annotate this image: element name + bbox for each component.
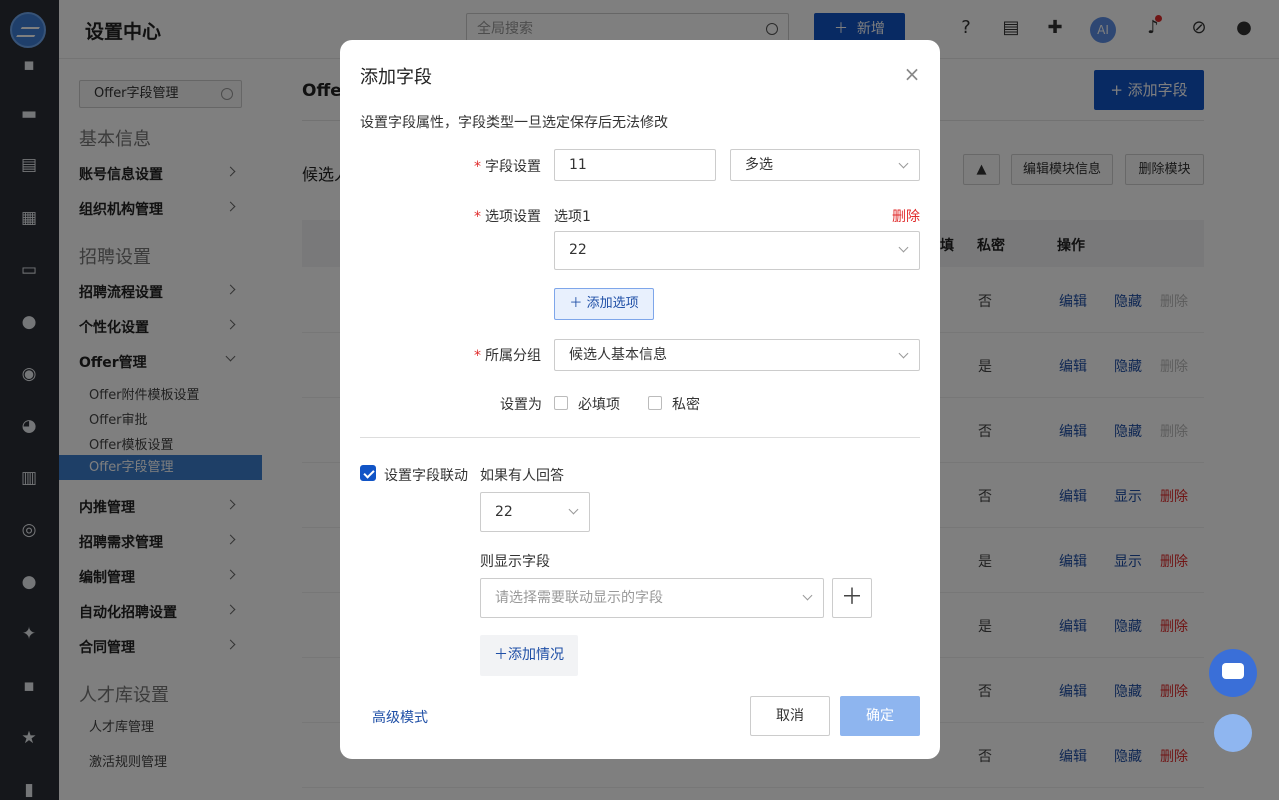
chevron-down-icon <box>568 504 579 515</box>
option1-label: 选项1 <box>554 209 591 225</box>
plus-icon: ＋ <box>494 647 508 663</box>
delete-option-link[interactable]: 删除 <box>892 206 920 226</box>
show-field-label: 则显示字段 <box>480 554 550 570</box>
add-case-label: 添加情况 <box>508 647 564 663</box>
advanced-mode-link[interactable]: 高级模式 <box>372 707 428 727</box>
private-checkbox[interactable] <box>648 396 662 410</box>
plus-icon: ＋ <box>569 296 583 311</box>
show-field-select[interactable]: 请选择需要联动显示的字段 <box>480 578 824 618</box>
divider <box>360 437 920 438</box>
add-option-button[interactable]: ＋ 添加选项 <box>554 288 654 320</box>
add-field-dialog: 添加字段 × 设置字段属性，字段类型一旦选定保存后无法修改 * 字段设置 11 多… <box>340 40 940 759</box>
field-type-value: 多选 <box>745 157 773 173</box>
option-setting-label: * 选项设置 <box>474 206 541 226</box>
add-case-button[interactable]: ＋添加情况 <box>480 635 578 676</box>
chevron-down-icon <box>898 242 909 253</box>
field-setting-label: * 字段设置 <box>474 156 541 176</box>
show-field-placeholder: 请选择需要联动显示的字段 <box>495 590 663 606</box>
cancel-button[interactable]: 取消 <box>750 696 830 736</box>
group-label-text: 所属分组 <box>485 348 541 364</box>
if-answer-label: 如果有人回答 <box>480 468 564 484</box>
robot-assistant-icon[interactable] <box>1214 714 1252 752</box>
chevron-down-icon <box>802 590 813 601</box>
group-label: * 所属分组 <box>474 345 541 365</box>
answer-value: 22 <box>495 504 513 520</box>
linkage-label: 设置字段联动 <box>384 468 468 484</box>
field-name-input[interactable]: 11 <box>554 149 716 181</box>
close-icon[interactable]: × <box>902 64 922 84</box>
option1-input[interactable]: 22 <box>554 231 920 270</box>
add-option-label: 添加选项 <box>586 296 639 311</box>
required-checkbox-label: 必填项 <box>578 397 620 413</box>
required-asterisk: * <box>474 209 481 225</box>
field-type-select[interactable]: 多选 <box>730 149 920 181</box>
group-value: 候选人基本信息 <box>569 347 667 363</box>
confirm-button[interactable]: 确定 <box>840 696 920 736</box>
private-checkbox-label: 私密 <box>672 397 700 413</box>
required-checkbox[interactable] <box>554 396 568 410</box>
dialog-description: 设置字段属性，字段类型一旦选定保存后无法修改 <box>360 115 668 131</box>
chat-support-icon[interactable] <box>1209 649 1257 697</box>
required-asterisk: * <box>474 348 481 364</box>
required-asterisk: * <box>474 159 481 175</box>
set-as-label: 设置为 <box>500 397 542 413</box>
dialog-title: 添加字段 <box>360 67 432 88</box>
field-setting-label-text: 字段设置 <box>485 159 541 175</box>
option-setting-label-text: 选项设置 <box>485 209 541 225</box>
answer-select[interactable]: 22 <box>480 492 590 532</box>
option1-value: 22 <box>569 242 587 258</box>
group-select[interactable]: 候选人基本信息 <box>554 339 920 371</box>
chevron-down-icon <box>898 348 909 359</box>
chevron-down-icon <box>898 158 909 169</box>
linkage-checkbox[interactable] <box>360 465 376 481</box>
add-show-field-button[interactable]: ＋ <box>832 578 872 618</box>
plus-icon: ＋ <box>840 585 863 610</box>
